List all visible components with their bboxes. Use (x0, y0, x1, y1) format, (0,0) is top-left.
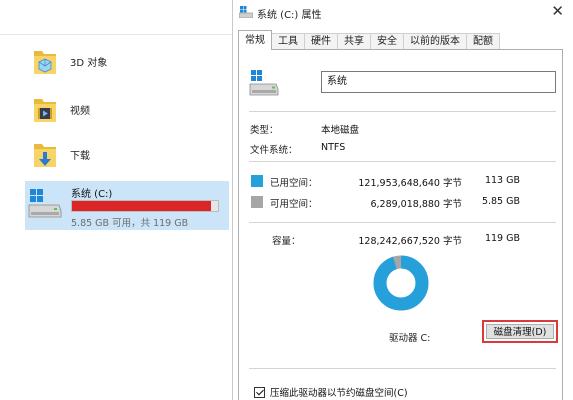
type-value: 本地磁盘 (321, 125, 360, 136)
divider (249, 161, 556, 162)
hard-drive-icon (28, 189, 62, 221)
compress-checkbox-label: 压缩此驱动器以节约磁盘空间(C) (270, 388, 408, 399)
divider (0, 34, 232, 35)
drive-name: 系统 (C:) (71, 189, 113, 200)
capacity-label: 容量： (272, 236, 301, 247)
drive-name-input[interactable]: 系统 (321, 71, 556, 93)
free-space-bytes: 6,289,018,880 字节 (370, 199, 462, 210)
free-space-swatch (251, 196, 263, 208)
nav-item-downloads[interactable]: 下载 (32, 136, 90, 172)
disk-usage-donut (373, 255, 429, 311)
type-label: 类型： (250, 125, 279, 136)
compress-drive-option[interactable]: 压缩此驱动器以节约磁盘空间(C) (254, 385, 408, 399)
free-space-label: 可用空间： (270, 199, 318, 210)
hard-drive-icon (249, 70, 279, 98)
general-panel: 系统 类型： 本地磁盘 文件系统： NTFS 已用空间： 121,953,648… (238, 49, 563, 400)
filesystem-value: NTFS (321, 142, 346, 153)
tab-quota[interactable]: 配额 (466, 33, 500, 50)
tab-sharing[interactable]: 共享 (337, 33, 371, 50)
drive-title-icon (238, 6, 254, 19)
used-space-size: 113 GB (484, 175, 520, 186)
dialog-title: 系统 (C:) 属性 (257, 10, 322, 21)
divider (249, 111, 556, 112)
nav-item-3d-objects[interactable]: 3D 对象 (32, 43, 107, 79)
close-icon[interactable]: ✕ (551, 3, 564, 19)
used-space-label: 已用空间： (270, 178, 318, 189)
tab-security[interactable]: 安全 (370, 33, 404, 50)
divider (249, 222, 556, 223)
disk-cleanup-button[interactable]: 磁盘清理(D) (482, 320, 558, 343)
tab-previous-versions[interactable]: 以前的版本 (403, 33, 467, 50)
filesystem-label: 文件系统： (250, 145, 298, 156)
nav-item-videos[interactable]: 视频 (32, 91, 90, 127)
tab-hardware[interactable]: 硬件 (304, 33, 338, 50)
donut-used-arc (373, 255, 429, 311)
capacity-size: 119 GB (484, 233, 520, 244)
drive-usage-fill (72, 201, 211, 211)
free-space-size: 5.85 GB (481, 196, 520, 207)
3d-objects-folder-icon (32, 45, 58, 77)
title-bar: 系统 (C:) 属性 ✕ (233, 0, 573, 26)
downloads-folder-icon (32, 138, 58, 170)
drive-letter-label: 驱动器 C: (389, 333, 431, 344)
videos-folder-icon (32, 93, 58, 125)
tab-strip: 常规 工具 硬件 共享 安全 以前的版本 配额 (238, 30, 500, 50)
nav-item-label: 视频 (70, 105, 90, 117)
used-space-bytes: 121,953,648,640 字节 (358, 178, 462, 189)
drive-c-item[interactable]: 系统 (C:) 5.85 GB 可用，共 119 GB (25, 181, 229, 230)
explorer-pane: 3D 对象 视频 下载 系统 (C:) 5.85 GB 可用，共 119 GB (0, 0, 232, 400)
nav-item-label: 3D 对象 (70, 57, 108, 69)
tab-general[interactable]: 常规 (238, 30, 272, 50)
nav-item-label: 下载 (70, 150, 90, 162)
drive-free-space: 5.85 GB 可用，共 119 GB (71, 218, 189, 229)
tab-tools[interactable]: 工具 (271, 33, 305, 50)
used-space-swatch (251, 175, 263, 187)
properties-dialog: 系统 (C:) 属性 ✕ 常规 工具 硬件 共享 安全 以前的版本 配额 系统 … (232, 0, 573, 400)
compress-checkbox[interactable] (254, 386, 265, 398)
capacity-bytes: 128,242,667,520 字节 (358, 236, 462, 247)
drive-usage-bar (71, 200, 219, 212)
disk-cleanup-button-label: 磁盘清理(D) (486, 324, 554, 339)
divider (249, 368, 556, 369)
